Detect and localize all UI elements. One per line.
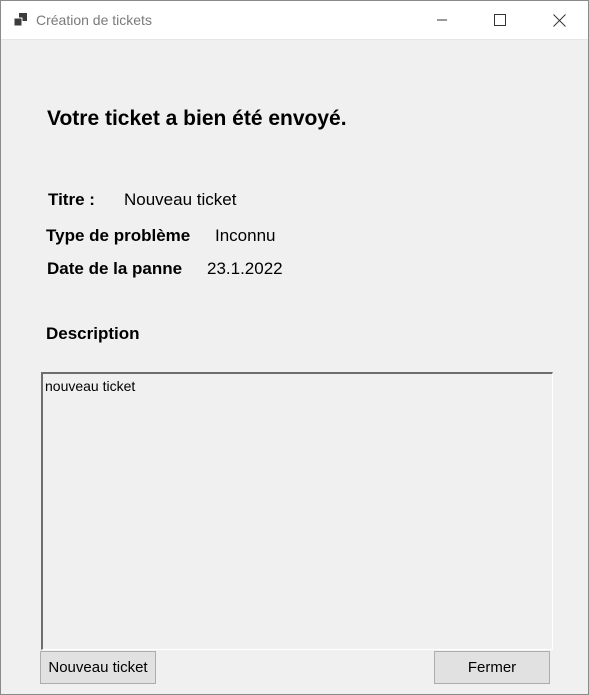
minimize-button[interactable]: [413, 1, 471, 39]
close-window-button[interactable]: [530, 1, 588, 39]
problem-type-value: Inconnu: [215, 226, 276, 245]
maximize-icon: [494, 14, 506, 26]
app-icon: [13, 13, 27, 27]
close-icon: [552, 13, 566, 27]
ticket-window: Création de tickets Votre ticket a bien …: [0, 0, 589, 695]
new-ticket-button[interactable]: Nouveau ticket: [40, 651, 156, 684]
title-value: Nouveau ticket: [124, 190, 237, 209]
description-label: Description: [46, 324, 140, 343]
close-button[interactable]: Fermer: [434, 651, 550, 684]
title-label: Titre :: [48, 190, 95, 209]
description-textarea[interactable]: nouveau ticket: [41, 372, 553, 650]
title-bar[interactable]: Création de tickets: [1, 1, 588, 40]
confirmation-heading: Votre ticket a bien été envoyé.: [47, 107, 347, 130]
failure-date-label: Date de la panne: [47, 259, 183, 278]
problem-type-label: Type de problème: [46, 226, 191, 245]
window-title: Création de tickets: [36, 12, 152, 28]
maximize-button[interactable]: [471, 1, 529, 39]
failure-date-value: 23.1.2022: [207, 259, 283, 278]
minimize-icon: [437, 19, 447, 21]
